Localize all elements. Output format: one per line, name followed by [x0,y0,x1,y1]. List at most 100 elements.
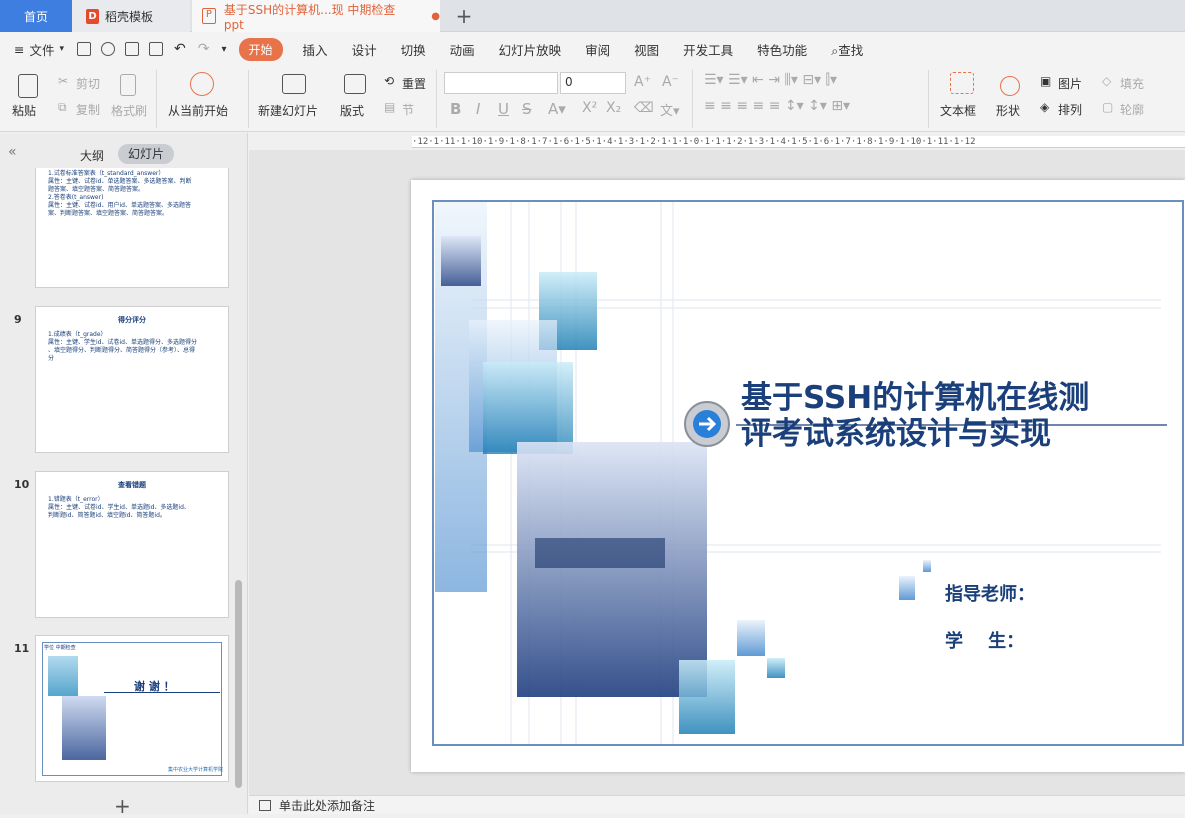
paste-button[interactable]: 粘贴 [12,102,36,119]
slide-number: 10 [14,478,30,491]
undo-icon[interactable]: ↶ [174,41,186,57]
redo-icon[interactable]: ↷ [198,41,210,57]
thumb-body: 1.成绩表（t_grade） 属性：主键、学生id、试卷id、单选题得分、多选题… [36,331,228,363]
format-painter-icon [120,74,136,96]
export-icon[interactable] [101,42,116,56]
thumb-title: 查看错题 [118,481,146,489]
slide-thumbnail-8[interactable]: 1.试卷标准答案表（t_standard_answer） 属性：主键、试卷id、… [35,168,229,288]
menu-slideshow[interactable]: 幻灯片放映 [487,40,574,59]
arrange-icon: ◈ [1040,100,1050,114]
notes-bar[interactable]: 单击此处添加备注 [249,795,1185,814]
paste-icon [18,74,38,98]
shape-icon [1000,76,1020,96]
copy-button[interactable]: 复制 [76,101,100,118]
shape-button[interactable]: 形状 [996,102,1020,119]
scrollbar-thumb[interactable] [235,580,242,788]
outline-button[interactable]: 轮廓 [1120,101,1144,118]
clear-format-icon[interactable]: ⌫ [634,100,654,116]
layout-button[interactable]: 版式 [340,102,364,119]
font-name-select[interactable] [444,72,558,94]
bullet-list-icon[interactable]: ☰▾ ☰▾ ⇤ ⇥ ⫼▾ ⊟▾ ⫿▾ [704,72,837,88]
underline-icon[interactable]: U [498,100,509,118]
tab-slides[interactable]: 幻灯片 [118,144,174,164]
menu-transition[interactable]: 切换 [389,40,438,59]
picture-button[interactable]: 图片 [1058,75,1082,92]
tab-home-label: 首页 [23,9,48,24]
slide-number: 9 [14,313,22,326]
layout-icon [344,74,366,94]
print-preview-icon[interactable] [149,42,164,56]
file-menu[interactable]: ≡ 文件 ▾ [0,40,72,59]
pinyin-icon[interactable]: 文▾ [660,100,680,119]
new-tab-button[interactable]: + [452,0,476,32]
collapse-pane-icon[interactable]: « [8,144,17,160]
play-from-current-button[interactable]: 从当前开始 [168,102,228,119]
new-slide-icon [282,74,306,94]
file-menu-label: 文件 [29,42,55,58]
grow-font-icon[interactable]: A⁺ [634,74,651,90]
reset-button[interactable]: 重置 [402,75,426,92]
divider [692,70,693,128]
tab-outline[interactable]: 大纲 [80,147,104,164]
horizontal-ruler: ·12·1·11·1·10·1·9·1·8·1·7·1·6·1·5·1·4·1·… [412,136,1185,148]
thumb-line: 2.答卷表(t_answer) [48,194,104,201]
font-size-select[interactable]: 0 [560,72,626,94]
tab-bar: 首页 D 稻壳模板 P 基于SSH的计算机...现 中期检查ppt ● + [0,0,1185,32]
section-button[interactable]: 节 [402,101,414,118]
divider [156,70,157,128]
menu-start[interactable]: 开始 [238,37,283,61]
align-icons[interactable]: ≡ ≡ ≡ ≡ ≡ ↕▾ ↕▾ ⊞▾ [704,98,850,114]
format-painter-button[interactable]: 格式刷 [111,102,147,119]
chevron-down-icon: ▾ [59,44,65,54]
save-icon[interactable] [77,42,92,56]
slide-title-line-1: 基于SSH的计算机在线测 [741,380,1090,416]
tab-home[interactable]: 首页 [0,0,72,32]
bold-icon[interactable]: B [450,100,461,118]
shrink-font-icon[interactable]: A⁻ [662,74,679,90]
thumb-line: 题答案、填空题答案、简答题答案。 [48,186,145,193]
current-slide[interactable]: 基于SSH的计算机在线测 评考试系统设计与实现 指导老师： 学 生： [411,180,1185,772]
thumb-line: 、填空题得分、判断题得分、简答题得分（参考）、总得 [48,347,196,354]
divider [928,70,929,128]
thumb-footer: 集中农业大学计算机学院 [168,767,224,773]
tab-template-label: 稻壳模板 [105,9,154,24]
menu-design[interactable]: 设计 [340,40,389,59]
text-box-button[interactable]: 文本框 [940,102,976,119]
menu-developer[interactable]: 开发工具 [671,40,745,59]
menu-view[interactable]: 视图 [622,40,671,59]
slide-title-line-2: 评考试系统设计与实现 [741,416,1051,452]
search-button[interactable]: ⌕查找 [819,40,875,59]
menu-special[interactable]: 特色功能 [745,40,819,59]
tab-template[interactable]: D 稻壳模板 [72,0,190,32]
slide-thumbnail-10[interactable]: 查看错题 1.错题表（t_error） 属性：主键、试卷id、学生id、单选题i… [35,471,229,618]
advisor-label[interactable]: 指导老师： [945,580,1035,606]
text-box-icon [950,72,974,94]
print-icon[interactable] [125,42,140,56]
menu-insert[interactable]: 插入 [291,40,340,59]
thumb-line: 判断题id、简答题id、填空题id、简答题id。 [48,512,166,519]
superscript-icon[interactable]: X² [582,100,597,116]
menu-animation[interactable]: 动画 [438,40,487,59]
slide-title[interactable]: 基于SSH的计算机在线测 评考试系统设计与实现 [741,380,1089,452]
slide-border [432,200,1184,746]
slide-thumbnail-9[interactable]: 得分评分 1.成绩表（t_grade） 属性：主键、学生id、试卷id、单选题得… [35,306,229,453]
thumb-line: 属性：主键、试卷id、学生id、单选题id、多选题id、 [48,504,190,511]
tab-document[interactable]: P 基于SSH的计算机...现 中期检查ppt ● [192,0,440,32]
font-color-icon[interactable]: A▾ [548,100,566,118]
menu-review[interactable]: 审阅 [573,40,622,59]
add-slide-button[interactable]: + [114,794,131,818]
subscript-icon[interactable]: X₂ [606,100,621,116]
fill-button[interactable]: 填充 [1120,75,1144,92]
cube-graphic [62,696,106,760]
customize-icon[interactable]: ▾ [222,44,227,55]
thumb-line: 案、判断题答案、填空题答案、简答题答案。 [48,210,169,217]
new-slide-button[interactable]: 新建幻灯片 [258,102,318,119]
student-label[interactable]: 学 生： [945,627,1024,653]
arrange-button[interactable]: 排列 [1058,101,1082,118]
slide-number: 11 [14,642,30,655]
slide-thumbnail-11[interactable]: 学位 中期检查 谢 谢 ！ 集中农业大学计算机学院 [35,635,229,782]
strikethrough-icon[interactable]: S [522,100,532,118]
scissors-icon: ✂ [58,74,69,88]
cut-button[interactable]: 剪切 [76,75,100,92]
italic-icon[interactable]: I [476,100,480,118]
